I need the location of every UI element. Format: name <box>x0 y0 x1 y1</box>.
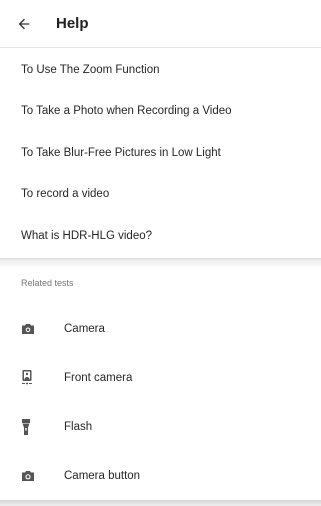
topic-item[interactable]: To record a video <box>0 174 321 216</box>
test-item-label: Flash <box>64 420 93 433</box>
flashlight-icon <box>0 418 64 436</box>
bottom-edge-shadow <box>0 500 321 506</box>
topic-item[interactable]: To Use The Zoom Function <box>0 49 321 91</box>
page-title: Help <box>56 15 89 32</box>
app-bar: Help <box>0 0 321 48</box>
related-tests-header: Related tests <box>21 278 74 288</box>
back-button[interactable] <box>0 0 48 48</box>
arrow-back-icon <box>18 18 30 29</box>
topic-item[interactable]: To Take a Photo when Recording a Video <box>0 91 321 133</box>
help-topic-list: To Use The Zoom Function To Take a Photo… <box>0 49 321 257</box>
test-item-front-camera[interactable]: Front camera <box>0 353 321 402</box>
test-item-label: Camera <box>64 322 105 335</box>
test-item-label: Camera button <box>64 469 141 482</box>
topic-item[interactable]: To Take Blur-Free Pictures in Low Light <box>0 132 321 174</box>
test-item-flash[interactable]: Flash <box>0 402 321 451</box>
test-item-camera[interactable]: Camera <box>0 304 321 353</box>
section-divider <box>0 258 321 266</box>
test-item-camera-button[interactable]: Camera button <box>0 451 321 500</box>
test-item-label: Front camera <box>64 371 133 384</box>
topic-item[interactable]: What is HDR-HLG video? <box>0 215 321 257</box>
front-camera-icon <box>0 369 64 387</box>
camera-icon <box>0 323 64 335</box>
related-tests-list: Camera Front camera Flash Camera button <box>0 304 321 500</box>
camera-button-icon <box>0 470 64 482</box>
